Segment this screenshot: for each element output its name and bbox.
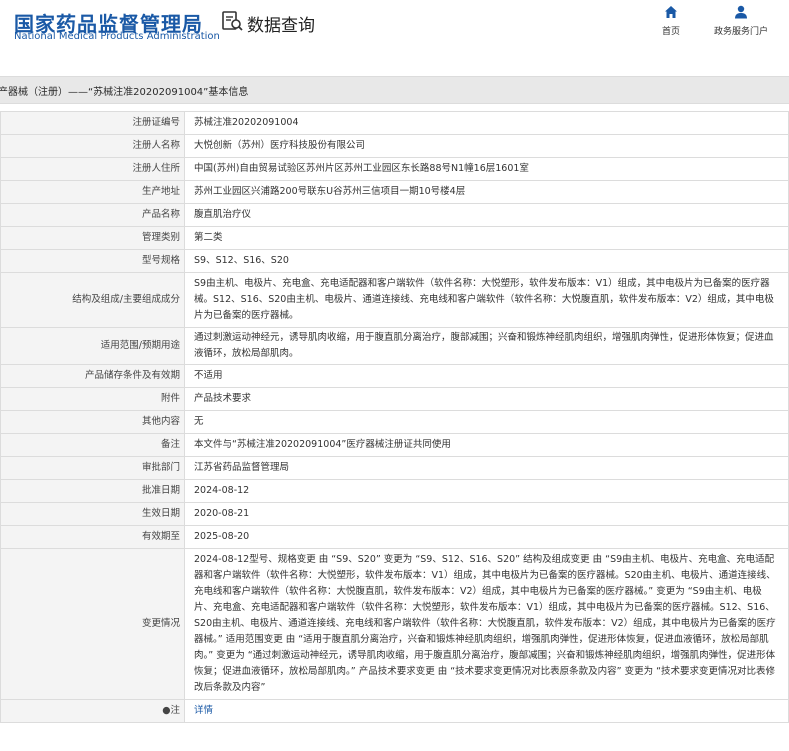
row-key: 型号规格 [0, 249, 185, 273]
row-value: 大悦创新（苏州）医疗科技股份有限公司 [184, 134, 789, 158]
user-icon [734, 5, 748, 22]
row-key: ●注 [0, 699, 185, 723]
page-title: 数据查询 [247, 15, 315, 36]
row-key: 产品储存条件及有效期 [0, 364, 185, 388]
table-row: 生产地址 苏州工业园区兴浦路200号联东U谷苏州三信项目一期10号楼4层 [0, 180, 789, 204]
row-value: S9由主机、电极片、充电盒、充电适配器和客户端软件（软件名称：大悦塑形，软件发布… [184, 272, 789, 328]
table-row: 生效日期 2020-08-21 [0, 502, 789, 526]
table-row: 适用范围/预期用途 通过刺激运动神经元，诱导肌肉收缩，用于腹直肌分离治疗，腹部减围… [0, 327, 789, 365]
row-key: 审批部门 [0, 456, 185, 480]
table-row: 批准日期 2024-08-12 [0, 479, 789, 503]
row-value: 2025-08-20 [184, 525, 789, 549]
row-key: 适用范围/预期用途 [0, 327, 185, 365]
row-value: 腹直肌治疗仪 [184, 203, 789, 227]
table-row: 型号规格 S9、S12、S16、S20 [0, 249, 789, 273]
row-key: 注册人住所 [0, 157, 185, 181]
row-key: 注册人名称 [0, 134, 185, 158]
row-key: 生效日期 [0, 502, 185, 526]
row-key: 有效期至 [0, 525, 185, 549]
row-value: 通过刺激运动神经元，诱导肌肉收缩，用于腹直肌分离治疗，腹部减围；兴奋和锻炼神经肌… [184, 327, 789, 365]
table-row: 产品名称 腹直肌治疗仪 [0, 203, 789, 227]
row-value: 2024-08-12 [184, 479, 789, 503]
table-row: 管理类别 第二类 [0, 226, 789, 250]
row-value: 苏械注准20202091004 [184, 111, 789, 135]
row-key: 注册证编号 [0, 111, 185, 135]
row-value: 不适用 [184, 364, 789, 388]
home-icon [664, 6, 678, 22]
row-value: 本文件与“苏械注准20202091004”医疗器械注册证共同使用 [184, 433, 789, 457]
table-row: 结构及组成/主要组成成分 S9由主机、电极片、充电盒、充电适配器和客户端软件（软件… [0, 272, 789, 328]
table-row: 变更情况 2024-08-12型号、规格变更 由 “S9、S20” 变更为 “S9… [0, 548, 789, 700]
table-row: 注册人名称 大悦创新（苏州）医疗科技股份有限公司 [0, 134, 789, 158]
row-value: S9、S12、S16、S20 [184, 249, 789, 273]
table-row: 注册人住所 中国(苏州)自由贸易试验区苏州片区苏州工业园区东长路88号N1幢16层… [0, 157, 789, 181]
row-key: 生产地址 [0, 180, 185, 204]
row-key: 变更情况 [0, 548, 185, 700]
row-value: 2024-08-12型号、规格变更 由 “S9、S20” 变更为 “S9、S12… [184, 548, 789, 700]
nav-service-portal[interactable]: 政务服务门户 [709, 5, 773, 37]
row-key: 管理类别 [0, 226, 185, 250]
row-value: 第二类 [184, 226, 789, 250]
row-key: 备注 [0, 433, 185, 457]
breadcrumb: 国产器械（注册）——“苏械注准20202091004”基本信息 [0, 87, 249, 98]
row-key: 批准日期 [0, 479, 185, 503]
table-row: 注册证编号 苏械注准20202091004 [0, 111, 789, 135]
row-value: 无 [184, 410, 789, 434]
table-row: 其他内容无 [0, 410, 789, 434]
table-row: ●注 详情 [0, 699, 789, 723]
row-key: 其他内容 [0, 410, 185, 434]
table-row: 备注 本文件与“苏械注准20202091004”医疗器械注册证共同使用 [0, 433, 789, 457]
detail-link[interactable]: 详情 [194, 705, 213, 716]
nav-service-portal-label: 政务服务门户 [713, 27, 768, 37]
table-row: 审批部门 江苏省药品监督管理局 [0, 456, 789, 480]
row-value: 详情 [184, 699, 789, 723]
table-row: 有效期至 2025-08-20 [0, 525, 789, 549]
row-key: 产品名称 [0, 203, 185, 227]
detail-table: 注册证编号 苏械注准20202091004 注册人名称 大悦创新（苏州）医疗科技股份有… [0, 111, 789, 723]
table-row: 产品储存条件及有效期 不适用 [0, 364, 789, 388]
row-key: 附件 [0, 387, 185, 411]
table-row: 附件 产品技术要求 [0, 387, 789, 411]
row-value: 产品技术要求 [184, 387, 789, 411]
site-logo-en: National Medical Products Administration [14, 31, 220, 42]
site-header: 国家药品监督管理局 National Medical Products Admi… [0, 0, 789, 64]
row-value: 江苏省药品监督管理局 [184, 456, 789, 480]
nav-home[interactable]: 首页 [658, 5, 684, 37]
row-value: 苏州工业园区兴浦路200号联东U谷苏州三信项目一期10号楼4层 [184, 180, 789, 204]
page-title-block: 数据查询 [221, 10, 315, 36]
row-value: 中国(苏州)自由贸易试验区苏州片区苏州工业园区东长路88号N1幢16层1601室 [184, 157, 789, 181]
row-key: 结构及组成/主要组成成分 [0, 272, 185, 328]
row-value: 2020-08-21 [184, 502, 789, 526]
data-query-icon [221, 10, 243, 36]
nav-home-label: 首页 [661, 27, 680, 37]
breadcrumb-bar: 国产器械（注册）——“苏械注准20202091004”基本信息 [0, 76, 789, 104]
